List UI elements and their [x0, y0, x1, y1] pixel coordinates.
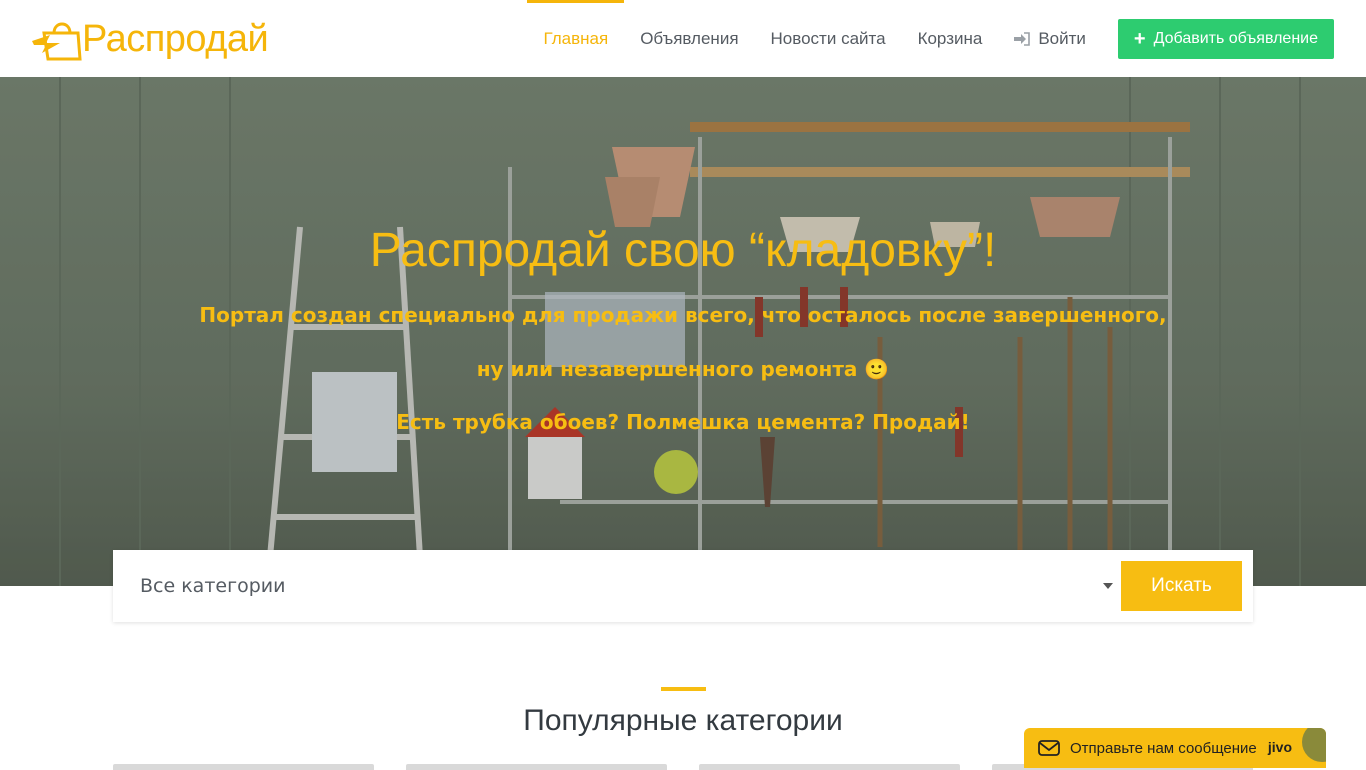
- category-card[interactable]: [699, 764, 960, 770]
- jivo-logo: jivo: [1267, 739, 1292, 755]
- nav-item-label: Объявления: [640, 28, 739, 48]
- hero-overlay: [0, 77, 1366, 586]
- category-select-value: Все категории: [140, 575, 286, 597]
- nav-item-news[interactable]: Новости сайта: [755, 0, 902, 77]
- hero-banner: Распродай свою “кладовку”! Портал создан…: [0, 77, 1366, 586]
- hero-text-line-3: Есть трубка обоев? Полмешка цемента? Про…: [396, 410, 970, 434]
- hero-text-line-1: Портал создан специально для продажи все…: [199, 303, 1167, 327]
- add-listing-button[interactable]: + Добавить объявление: [1117, 18, 1334, 59]
- nav-item-cart[interactable]: Корзина: [902, 0, 999, 77]
- category-select[interactable]: Все категории: [113, 550, 1113, 622]
- search-button[interactable]: Искать: [1121, 561, 1242, 611]
- main-nav: Главная Объявления Новости сайта Корзина…: [527, 0, 1334, 77]
- sign-in-icon: [1014, 31, 1031, 46]
- envelope-icon: [1038, 740, 1060, 756]
- site-logo[interactable]: Распродай: [30, 14, 275, 64]
- nav-item-label: Войти: [1038, 28, 1086, 48]
- shopping-bag-logo-icon: [32, 22, 82, 61]
- category-card[interactable]: [113, 764, 374, 770]
- nav-item-label: Главная: [543, 28, 609, 48]
- logo-text: Распродай: [82, 17, 269, 60]
- nav-item-home[interactable]: Главная: [527, 0, 624, 77]
- hero-title: Распродай свою “кладовку”!: [369, 224, 997, 277]
- add-listing-label: Добавить объявление: [1153, 29, 1318, 47]
- nav-item-login[interactable]: Войти: [998, 0, 1102, 77]
- chat-widget[interactable]: Отправьте нам сообщение jivo: [1024, 728, 1326, 768]
- hero-text-line-2: ну или незавершенного ремонта 🙂: [476, 357, 890, 381]
- caret-down-icon: [1103, 583, 1113, 589]
- site-header: Распродай Главная Объявления Новости сай…: [0, 0, 1366, 77]
- search-bar: Все категории Искать: [113, 550, 1253, 622]
- section-title-underline: [661, 687, 706, 691]
- nav-item-label: Корзина: [917, 28, 983, 48]
- nav-item-ads[interactable]: Объявления: [624, 0, 754, 77]
- chat-label: Отправьте нам сообщение: [1070, 739, 1257, 757]
- plus-icon: +: [1133, 27, 1146, 50]
- category-card[interactable]: [406, 764, 667, 770]
- chat-corner-decoration: [1302, 728, 1326, 762]
- nav-item-label: Новости сайта: [770, 28, 886, 48]
